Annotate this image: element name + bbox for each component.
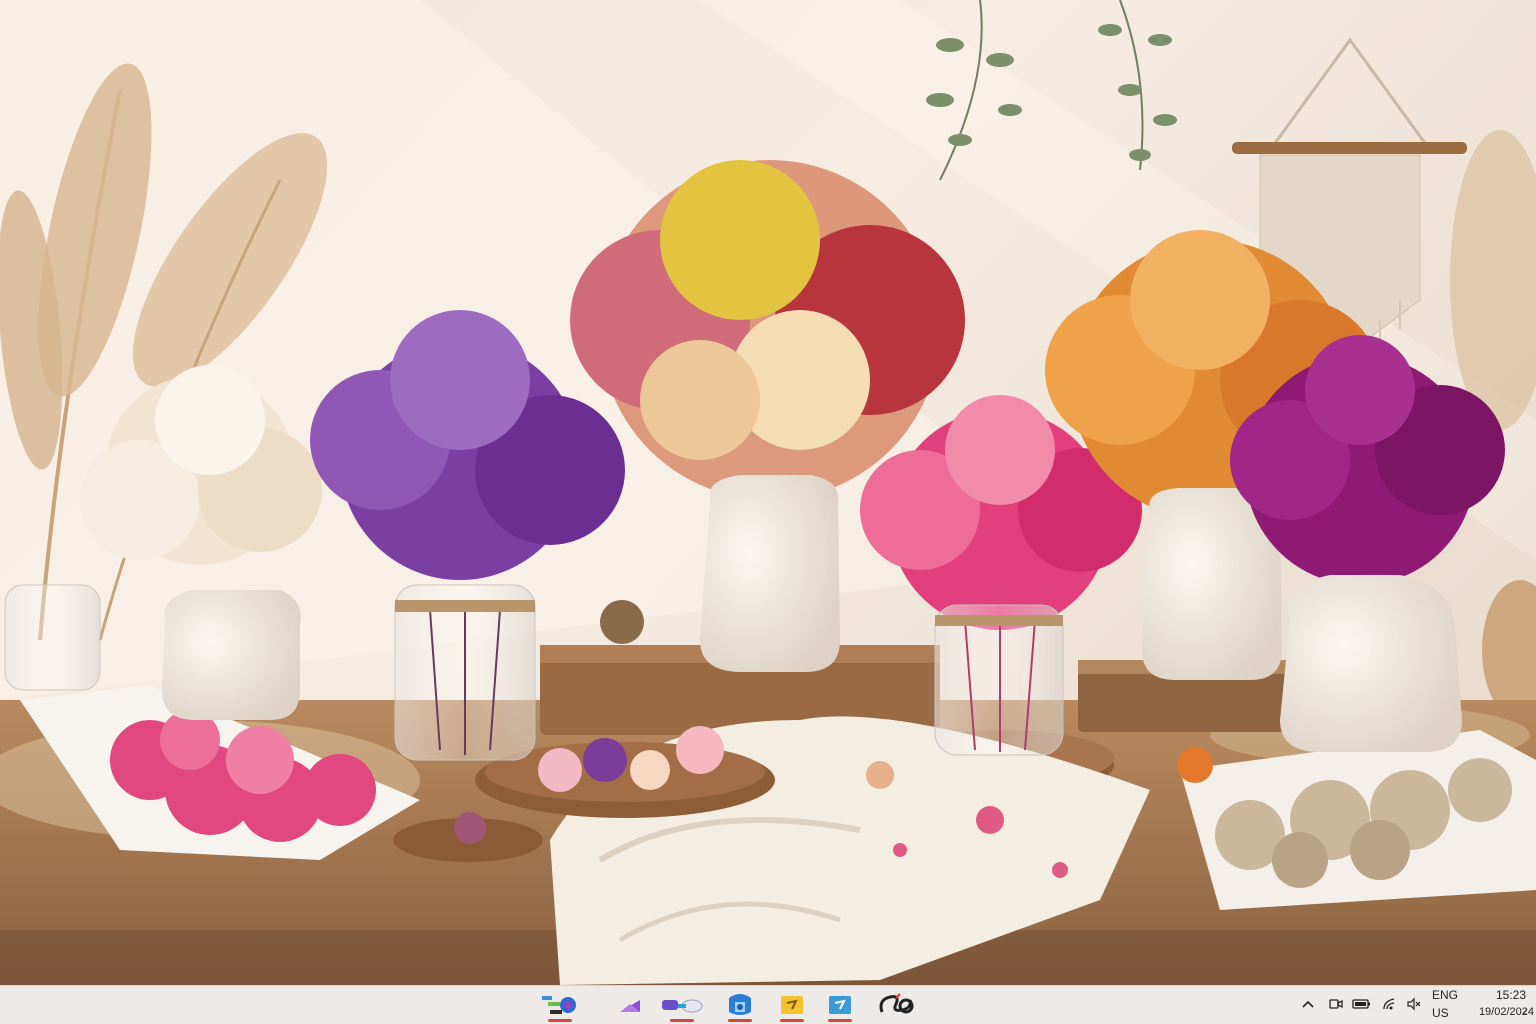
clock-time: 15:23 [1495,988,1526,1002]
language-label: ENG [1432,988,1459,1002]
battery-button[interactable] [1352,994,1372,1014]
file-explorer-button[interactable] [770,988,814,1022]
running-indicator [780,1019,804,1022]
widgets-button[interactable] [538,988,582,1022]
running-indicator [728,1019,752,1022]
running-indicator [828,1019,852,1022]
mail-app-button[interactable] [818,988,862,1022]
file-explorer-icon [781,996,803,1014]
battery-icon [1352,999,1370,1009]
camera-icon [1329,999,1343,1009]
chevron-up-icon [1302,1000,1314,1008]
running-indicator [548,1019,572,1022]
widgets-icon [542,996,576,1014]
network-button[interactable] [1380,994,1400,1014]
region-label: US [1432,1006,1449,1020]
notification-count[interactable]: 2 [1522,1006,1527,1016]
creative-app-icon [879,993,914,1014]
purple-app-button[interactable] [608,988,652,1022]
store-app-button[interactable] [718,988,762,1022]
chat-app-icon [662,999,703,1013]
purple-app-icon [620,1000,640,1012]
meet-now-button[interactable] [1326,994,1346,1014]
show-hidden-icons-button[interactable] [1298,994,1318,1014]
volume-button[interactable] [1404,994,1424,1014]
desktop-wallpaper [0,0,1536,985]
running-indicator [670,1019,694,1022]
volume-muted-icon [1407,997,1421,1011]
wifi-icon [1383,998,1395,1010]
store-app-icon [729,994,751,1015]
creative-app-button[interactable] [876,988,920,1022]
mail-app-icon [829,996,851,1014]
chat-app-button[interactable] [660,988,704,1022]
taskbar: ENG US 15:23 19/02/2024 2 [0,985,1536,1024]
language-indicator[interactable]: ENG US [1428,986,1466,1024]
clock[interactable]: 15:23 19/02/2024 [1470,986,1536,1024]
